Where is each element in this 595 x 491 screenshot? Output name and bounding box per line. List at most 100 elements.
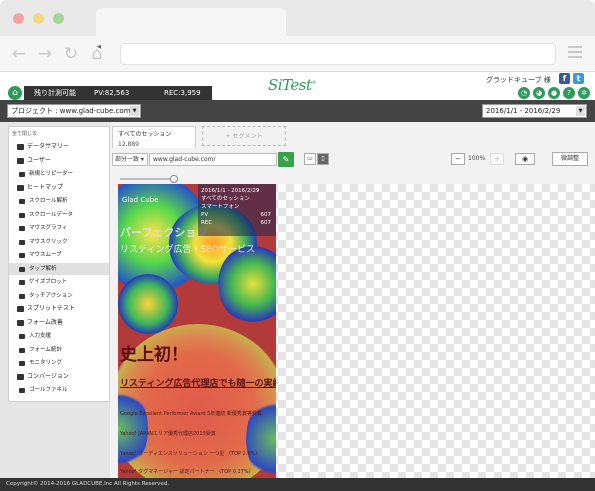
sidebar-item-0[interactable]: データサマリー: [9, 141, 109, 153]
sidebar-item-12[interactable]: スプリットテスト: [9, 303, 109, 315]
overlay-date: 2016/1/1 - 2016/2/29: [201, 188, 260, 194]
edit-url-button[interactable]: ✎: [278, 152, 294, 167]
user-icon[interactable]: ●: [548, 87, 560, 99]
preview-headline-b: リスティング広告・SEOサービス: [120, 245, 255, 255]
sidebar-item-label: 新規とリピーター: [29, 171, 74, 177]
project-select[interactable]: プロジェクト : www.glad-cube.com ▼: [7, 104, 141, 118]
stats-overlay: 2016/1/1 - 2016/2/29 すべてのセッション スマートフォン P…: [198, 184, 276, 236]
preview-headline-d: リスティング広告代理店でも随一の実績: [120, 379, 276, 389]
sidebar-item-2[interactable]: 新規とリピーター: [9, 168, 109, 180]
date-range-label: 2016/1/1 - 2016/2/29: [486, 107, 561, 115]
menu-item-icon: [17, 157, 24, 164]
sidebar-item-6[interactable]: マウスグラフィ: [9, 222, 109, 234]
menu-item-icon: [17, 373, 24, 380]
project-select-label: プロジェクト : www.glad-cube.com: [11, 107, 131, 115]
sidebar-item-13[interactable]: フォーム改善: [9, 317, 109, 329]
forward-arrow-icon[interactable]: →: [36, 45, 54, 63]
browser-tab[interactable]: [96, 8, 286, 36]
browser-toolbar: ← → ↻ ⌂: [0, 36, 595, 72]
twitter-icon[interactable]: t: [573, 73, 584, 84]
address-bar[interactable]: [120, 43, 556, 65]
logo-text: SiTest: [268, 76, 312, 94]
sidebar-item-label: マウスムーブ: [29, 252, 62, 258]
sidebar-item-label: ゲイズプロット: [29, 279, 68, 285]
sidebar-item-10[interactable]: ゲイズプロット: [9, 276, 109, 288]
menu-item-icon: [19, 239, 25, 245]
add-segment-button[interactable]: + セグメント: [202, 126, 286, 146]
sidebar-collapse-icon[interactable]: ◀: [97, 44, 101, 50]
sidebar-item-3[interactable]: ヒートマップ: [9, 182, 109, 194]
menu-item-icon: [17, 306, 24, 312]
segment-tab-all-sessions[interactable]: すべてのセッション 12,889: [112, 126, 196, 148]
quota-label: 残り計測可能: [34, 89, 76, 97]
overlay-device: スマートフォン: [201, 204, 240, 210]
sidebar-item-9[interactable]: タップ解析: [9, 262, 109, 275]
segment-tab-label: すべてのセッション: [118, 131, 172, 138]
slider-handle[interactable]: [170, 175, 178, 183]
menu-item-icon: [19, 347, 25, 353]
menu-item-icon: [17, 319, 24, 326]
maximize-window-icon[interactable]: [53, 13, 64, 24]
sidebar-item-label: コンバージョン: [27, 372, 69, 380]
preview-brand: Glad Cube: [122, 196, 159, 204]
eye-icon[interactable]: ◉: [515, 153, 535, 165]
menu-item-icon: [19, 280, 25, 285]
sidebar-item-label: ゴールファネル: [29, 387, 68, 393]
overlay-rec-value: 607: [260, 220, 272, 226]
rec-count: REC:3,959: [164, 89, 201, 97]
sitest-logo[interactable]: SiTest®: [268, 76, 316, 94]
sidebar-item-16[interactable]: モニタリング: [9, 357, 109, 369]
hamburger-menu-icon[interactable]: [568, 46, 582, 60]
overlay-rec-label: REC: [201, 220, 213, 226]
preview-line-2: Yahoo! JAPANエリア優秀代理店2013受賞: [120, 431, 216, 437]
sidebar-item-label: フォーム統計: [29, 346, 62, 353]
sidebar-item-1[interactable]: ユーザー: [9, 155, 109, 167]
user-name[interactable]: グラッドキューブ 様: [486, 75, 551, 85]
sidebar-item-4[interactable]: スクロール解析: [9, 195, 109, 207]
collapse-all-link[interactable]: 全て閉じる: [12, 130, 37, 137]
zoom-out-button[interactable]: −: [451, 153, 465, 165]
home-icon[interactable]: ⌂: [8, 86, 22, 100]
date-range-select[interactable]: 2016/1/1 - 2016/2/29 ▼: [482, 104, 587, 118]
sidebar-item-18[interactable]: ゴールファネル: [9, 384, 109, 396]
back-arrow-icon[interactable]: ←: [10, 45, 28, 63]
comments-icon[interactable]: ◕: [533, 87, 545, 99]
sidebar-item-label: タッチアクション: [29, 292, 73, 299]
match-type-select[interactable]: 部分一致 ▾: [112, 153, 148, 166]
fine-adjust-button[interactable]: 微調整: [552, 152, 588, 166]
sidebar-item-5[interactable]: スクロールデータ: [9, 209, 109, 221]
facebook-icon[interactable]: f: [559, 73, 570, 84]
minimize-window-icon[interactable]: [33, 13, 44, 24]
preview-line-4: Yahoo! タグマネージャー 認定パートナー （TOP 0.17%）: [120, 469, 254, 475]
sidebar-item-8[interactable]: マウスムーブ: [9, 249, 109, 261]
sidebar-item-14[interactable]: 入力支援: [9, 330, 109, 342]
url-input[interactable]: www.glad-cube.com/: [149, 153, 277, 166]
pc-view-button[interactable]: ▭: [304, 153, 316, 165]
app-header: ⌂ 残り計測可能 PV:82,563 REC:3,959 SiTest® グラッ…: [0, 72, 595, 100]
menu-item-icon: [19, 253, 25, 258]
menu-item-icon: [17, 184, 24, 191]
zoom-in-button[interactable]: +: [490, 153, 504, 165]
close-window-icon[interactable]: [13, 13, 24, 24]
menu-item-icon: [19, 388, 25, 393]
gear-icon[interactable]: ✲: [578, 87, 590, 99]
chevron-down-icon: ▼: [130, 106, 139, 116]
sidebar-item-15[interactable]: フォーム統計: [9, 344, 109, 356]
preview-headline-c: 史上初！: [120, 345, 188, 365]
reload-icon[interactable]: ↻: [62, 45, 80, 63]
smartphone-view-button[interactable]: ▯: [317, 153, 329, 165]
overlay-pv-value: 607: [260, 212, 272, 218]
quota-bar: 残り計測可能 PV:82,563 REC:3,959: [24, 86, 212, 100]
sidebar-item-label: 入力支援: [29, 333, 52, 339]
chat-icon[interactable]: ◔: [518, 87, 530, 99]
menu-item-icon: [19, 199, 25, 204]
sidebar-item-label: ユーザー: [27, 156, 51, 164]
menu-item-icon: [19, 266, 25, 272]
help-icon[interactable]: ?: [563, 87, 575, 99]
opacity-slider[interactable]: [120, 175, 178, 183]
sidebar-item-7[interactable]: マウスクリック: [9, 236, 109, 248]
overlay-rec-row: REC 607: [201, 219, 273, 227]
sidebar-item-11[interactable]: タッチアクション: [9, 290, 109, 302]
preview-line-1: Google Excellent Performer Award 5年連続 新優…: [120, 411, 262, 417]
sidebar-item-17[interactable]: コンバージョン: [9, 371, 109, 383]
